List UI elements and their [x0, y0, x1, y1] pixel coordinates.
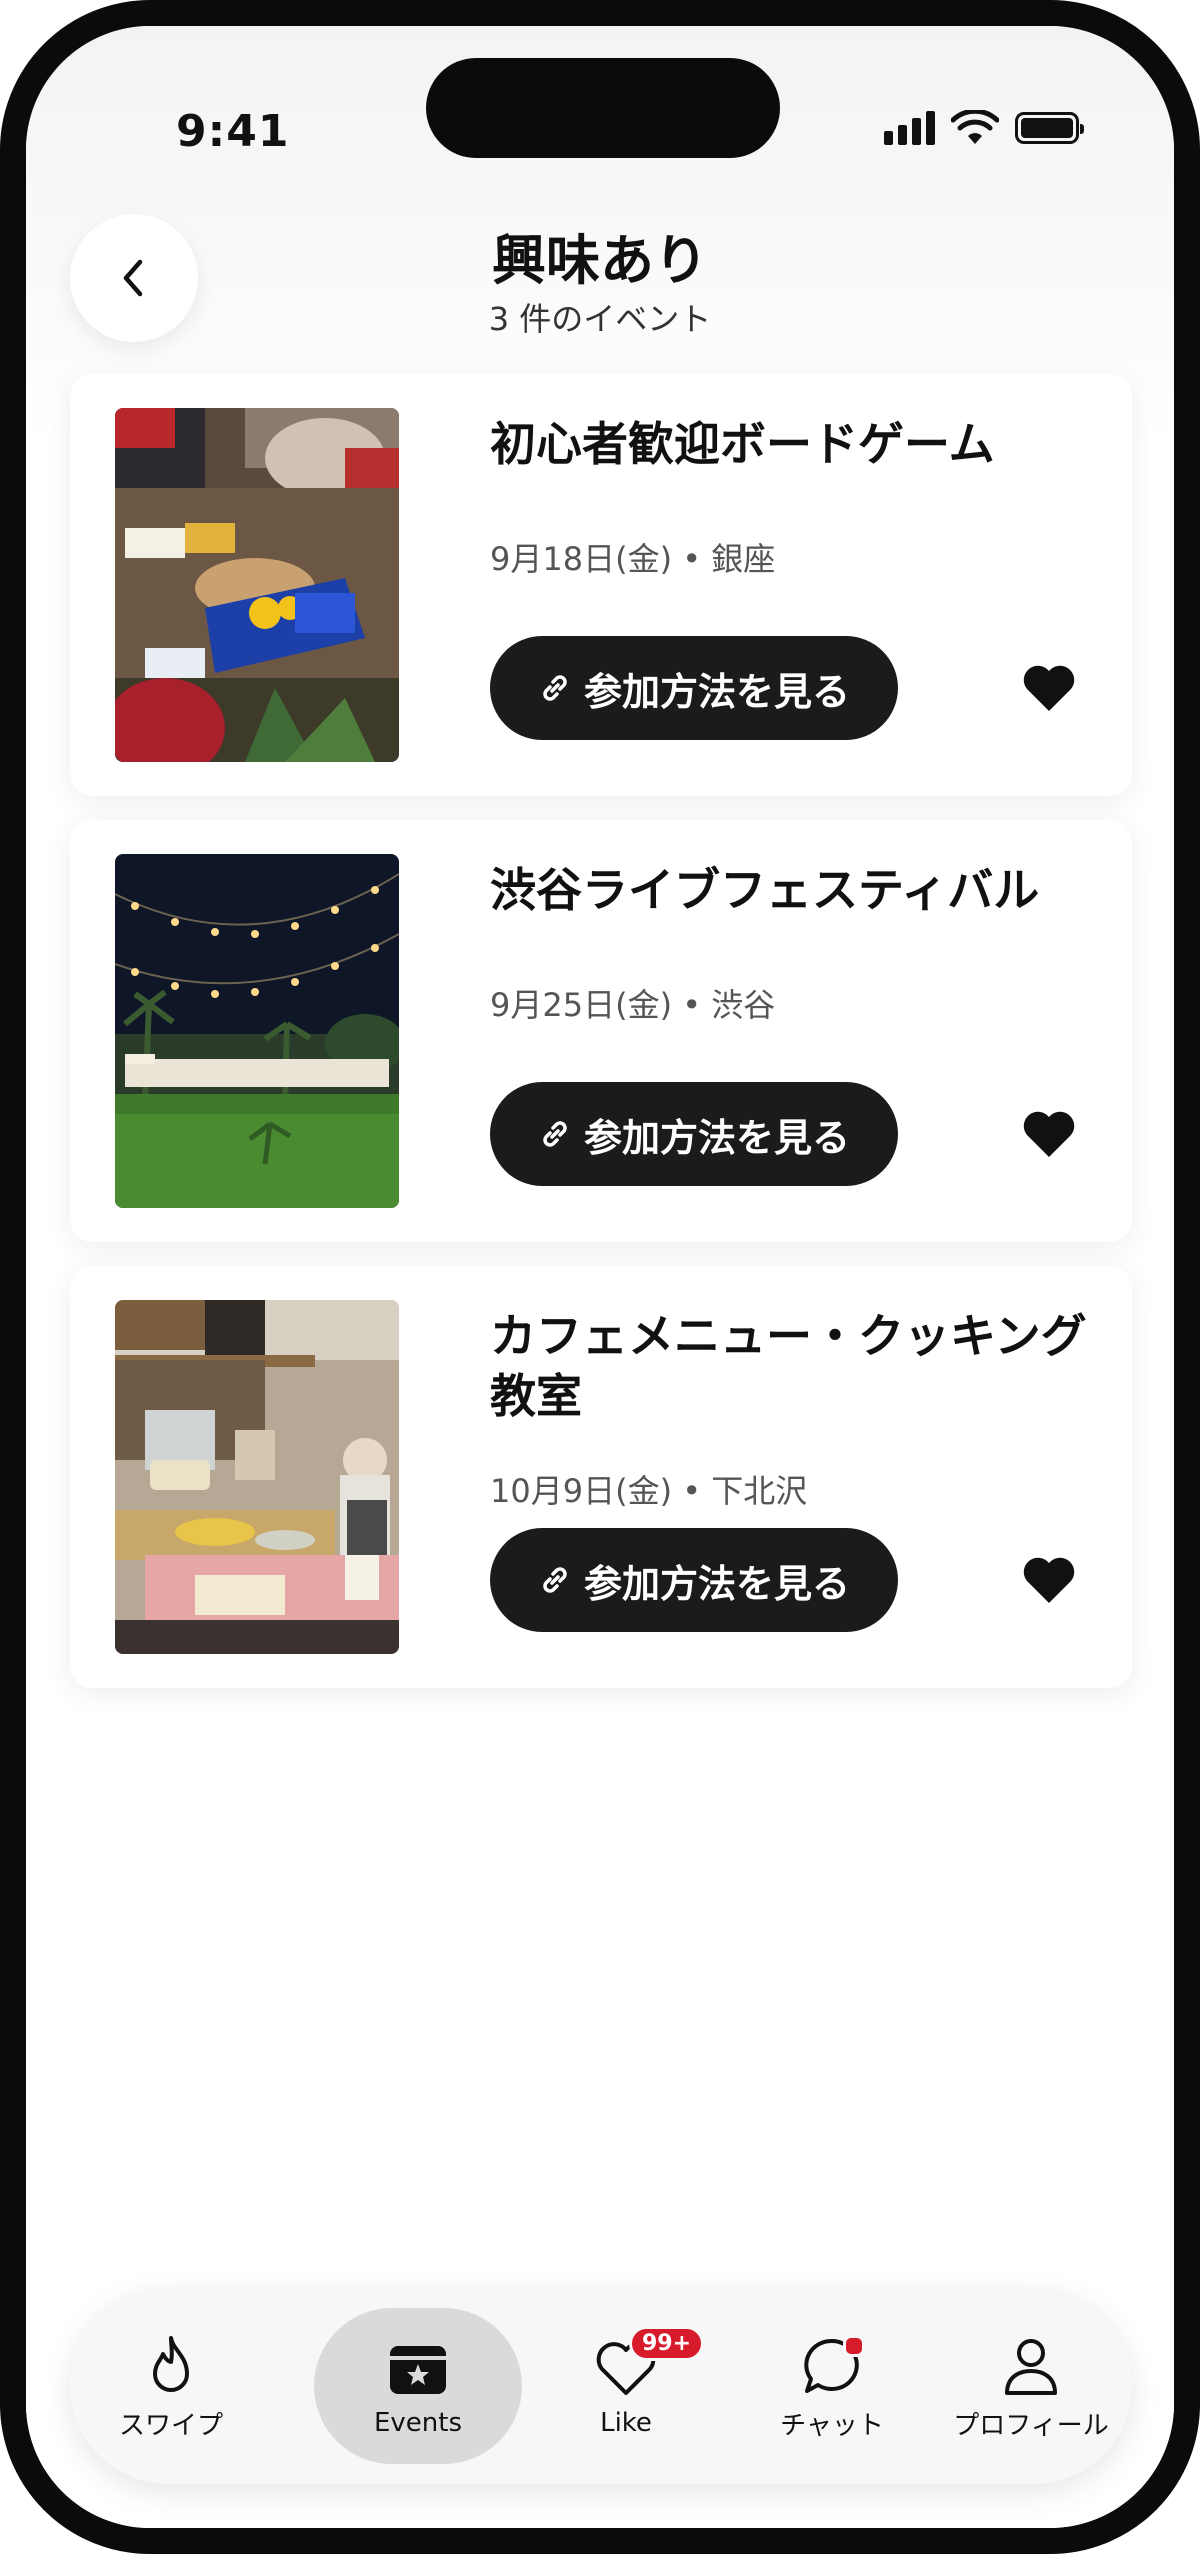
event-title: カフェメニュー・クッキング教室	[490, 1309, 1087, 1423]
tab-label: チャット	[780, 2410, 884, 2441]
wifi-icon	[951, 110, 999, 144]
event-title: 渋谷ライブフェスティバル	[490, 863, 1040, 917]
event-date-location: 10月9日(金) • 下北沢	[490, 1466, 807, 1512]
like-heart-button[interactable]	[1020, 1108, 1078, 1160]
battery-icon	[1015, 112, 1084, 144]
event-location: 渋谷	[711, 986, 776, 1024]
bottom-tab-bar: スワイプ Events 99+ Like チャット プロフィール	[70, 2288, 1132, 2484]
unread-dot	[843, 2334, 865, 2357]
dynamic-island	[426, 58, 780, 158]
cellular-signal-icon	[884, 111, 935, 145]
like-heart-button[interactable]	[1020, 662, 1078, 714]
tab-swipe[interactable]: スワイプ	[76, 2288, 266, 2484]
status-icons	[884, 110, 1084, 146]
tab-profile[interactable]: プロフィール	[936, 2288, 1126, 2484]
view-join-method-button[interactable]: 参加方法を見る	[490, 636, 898, 740]
person-icon	[1005, 2338, 1057, 2395]
status-time: 9:41	[176, 106, 290, 157]
event-thumbnail-festival[interactable]	[115, 854, 399, 1208]
link-icon	[538, 671, 572, 705]
button-label: 参加方法を見る	[583, 1115, 850, 1160]
like-heart-button[interactable]	[1020, 1554, 1078, 1606]
flame-icon	[153, 2335, 189, 2392]
like-count-badge: 99+	[629, 2326, 705, 2361]
heart-filled-icon	[1023, 665, 1075, 711]
button-label: 参加方法を見る	[583, 669, 850, 714]
tab-events[interactable]: Events	[323, 2288, 513, 2484]
tab-label: プロフィール	[953, 2410, 1109, 2441]
event-count: 3 件のイベント	[488, 300, 712, 338]
meta-separator: •	[682, 986, 702, 1024]
heart-filled-icon	[1023, 1557, 1075, 1603]
event-date: 9月25日(金)	[490, 986, 673, 1024]
event-card[interactable]: 渋谷ライブフェスティバル 9月25日(金) • 渋谷 参加方法を見る	[70, 820, 1132, 1242]
event-card[interactable]: カフェメニュー・クッキング教室 10月9日(金) • 下北沢 参加方法を見る	[70, 1266, 1132, 1688]
event-card[interactable]: 初心者歓迎ボードゲーム 9月18日(金) • 銀座 参加方法を見る	[70, 374, 1132, 796]
link-icon	[538, 1117, 572, 1151]
tab-like[interactable]: 99+ Like	[531, 2288, 721, 2484]
ticket-star-icon	[390, 2346, 446, 2394]
button-label: 参加方法を見る	[583, 1561, 850, 1606]
link-icon	[538, 1563, 572, 1597]
heart-filled-icon	[1023, 1111, 1075, 1157]
event-thumbnail-cooking[interactable]	[115, 1300, 399, 1654]
tab-label: Like	[600, 2408, 652, 2438]
event-date-location: 9月25日(金) • 渋谷	[490, 980, 775, 1026]
event-location: 銀座	[711, 540, 776, 578]
tab-chat[interactable]: チャット	[737, 2288, 927, 2484]
page-title: 興味あり	[492, 229, 708, 292]
meta-separator: •	[682, 540, 702, 578]
tab-label: Events	[373, 2408, 463, 2438]
event-date-location: 9月18日(金) • 銀座	[490, 534, 775, 580]
view-join-method-button[interactable]: 参加方法を見る	[490, 1082, 898, 1186]
phone-frame: 9:41 興味あり 3 件のイベント 初心者歓迎ボードゲーム 9月18日(金) …	[0, 0, 1200, 2554]
event-date: 9月18日(金)	[490, 540, 673, 578]
event-title: 初心者歓迎ボードゲーム	[490, 417, 995, 471]
event-location: 下北沢	[711, 1472, 808, 1510]
meta-separator: •	[682, 1472, 702, 1510]
view-join-method-button[interactable]: 参加方法を見る	[490, 1528, 898, 1632]
tab-label: スワイプ	[118, 2410, 223, 2441]
event-date: 10月9日(金)	[490, 1472, 673, 1510]
event-thumbnail-boardgame[interactable]	[115, 408, 399, 762]
